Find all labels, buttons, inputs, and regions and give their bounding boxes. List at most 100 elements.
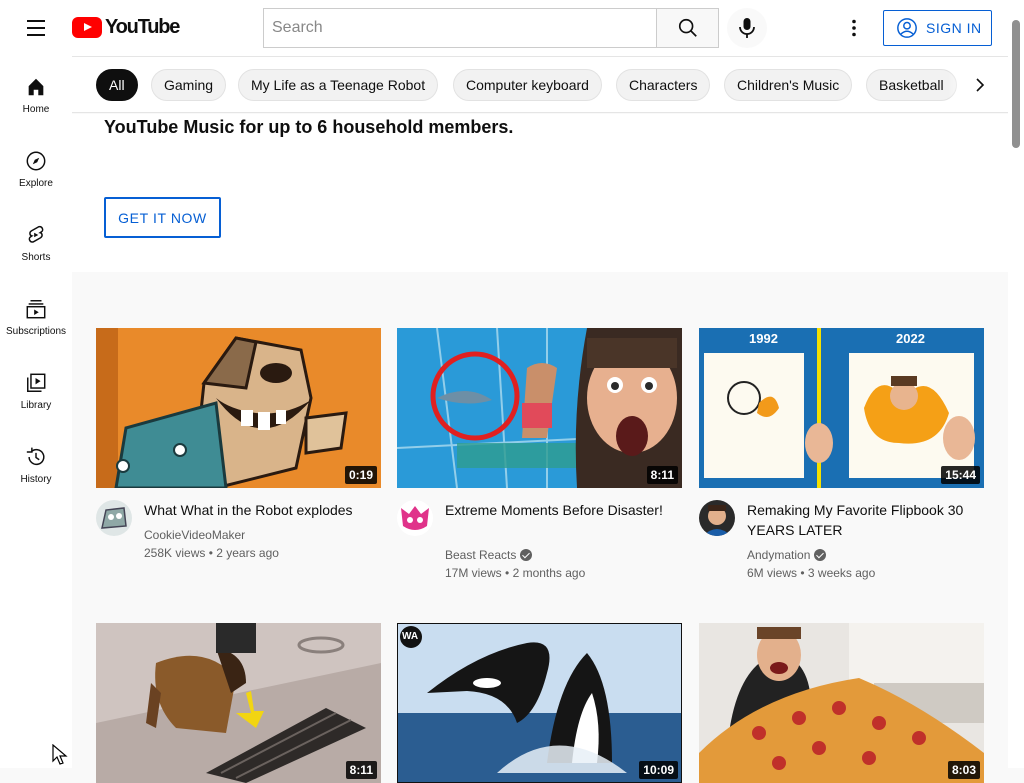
video-thumbnail[interactable]: 8:11 [96, 623, 381, 783]
sidebar-item-subscriptions[interactable]: Subscriptions [0, 278, 72, 352]
flipbook-thumbnail [699, 328, 984, 488]
sidebar-item-label: Explore [19, 178, 53, 189]
robot-cartoon-thumbnail [96, 328, 381, 488]
scrollbar-thumb[interactable] [1012, 20, 1020, 148]
video-thumbnail[interactable]: WA 10:09 [397, 623, 682, 783]
thumbnail-badge: WA [402, 631, 419, 642]
video-stats: 17M views • 2 months ago [445, 566, 586, 580]
logo-text: YouTube [105, 16, 180, 38]
channel-avatar-image [397, 500, 433, 536]
verified-badge-icon [814, 549, 827, 561]
sign-in-label: SIGN IN [926, 20, 982, 36]
video-thumbnail[interactable]: 8:03 [699, 623, 984, 783]
music-promo-banner: YouTube Music for up to 6 household memb… [72, 114, 1008, 272]
search-button[interactable] [656, 8, 719, 48]
home-icon [28, 78, 44, 96]
video-title[interactable]: Remaking My Favorite Flipbook 30 YEARS L… [747, 500, 977, 540]
video-duration: 8:11 [345, 761, 377, 779]
channel-name-text: CookieVideoMaker [144, 528, 246, 542]
hamburger-menu-icon[interactable] [20, 12, 52, 44]
youtube-logo[interactable]: YouTube [72, 16, 180, 39]
channel-name[interactable]: CookieVideoMaker [144, 528, 245, 542]
filter-chips-bar: All Gaming My Life as a Teenage Robot Co… [72, 56, 1008, 113]
video-thumbnail[interactable]: 0:19 [96, 328, 381, 488]
video-card[interactable]: WA 10:09 [397, 623, 682, 783]
video-title[interactable]: What What in the Robot explodes [144, 500, 374, 520]
shorts-icon [28, 225, 44, 243]
chip-basketball[interactable]: Basketball [866, 69, 957, 101]
sidebar-item-explore[interactable]: Explore [0, 130, 72, 204]
video-thumbnail[interactable]: 1992 2022 15:44 [699, 328, 984, 488]
search-icon [678, 18, 697, 37]
channel-avatar[interactable] [699, 500, 735, 536]
sign-in-button[interactable]: SIGN IN [883, 10, 992, 46]
page-scrollbar[interactable] [1008, 0, 1024, 768]
upload-age: 3 weeks ago [807, 566, 876, 580]
video-duration: 10:09 [639, 761, 678, 779]
video-duration: 0:19 [344, 466, 377, 484]
microphone-icon [739, 18, 755, 38]
channel-avatar-image [96, 500, 132, 536]
chip-childrens-music[interactable]: Children's Music [724, 69, 853, 101]
thumbnail-label-year: 1992 [749, 331, 778, 346]
sidebar-item-shorts[interactable]: Shorts [0, 204, 72, 278]
sidebar-item-label: Subscriptions [5, 326, 67, 337]
sidebar-item-home[interactable]: Home [0, 56, 72, 130]
channel-name[interactable]: Beast Reacts [445, 548, 533, 562]
search-input[interactable] [263, 8, 656, 48]
dog-drain-thumbnail [96, 623, 381, 783]
chips-next-button[interactable] [962, 68, 998, 102]
chevron-right-icon [976, 78, 985, 92]
video-meta: What What in the Robot explodes CookieVi… [96, 488, 381, 580]
chip-gaming[interactable]: Gaming [151, 69, 227, 101]
mouse-cursor-icon [52, 744, 68, 765]
shark-cage-thumbnail [397, 328, 682, 488]
sidebar-item-history[interactable]: History [0, 426, 72, 500]
upload-age: 2 years ago [216, 546, 279, 560]
verified-badge-icon [520, 549, 533, 561]
library-icon [27, 373, 46, 392]
video-stats: 258K views • 2 years ago [144, 546, 279, 560]
video-thumbnail[interactable]: 8:11 [397, 328, 682, 488]
chip-all[interactable]: All [96, 69, 138, 101]
giant-pizza-thumbnail [699, 623, 984, 783]
channel-avatar-image [699, 500, 735, 536]
compass-icon [26, 151, 46, 171]
video-duration: 8:11 [646, 466, 678, 484]
more-vert-icon [852, 19, 856, 37]
channel-avatar[interactable] [96, 500, 132, 536]
more-options-button[interactable] [838, 12, 870, 44]
video-card[interactable]: 8:11 [96, 623, 381, 783]
chip-characters[interactable]: Characters [616, 69, 711, 101]
account-icon [897, 18, 917, 38]
video-card[interactable]: 1992 2022 15:44 Remaking My Favorite Fli… [699, 328, 984, 580]
video-card[interactable]: 0:19 What What in the Robot explodes Coo… [96, 328, 381, 580]
view-count: 258K views [144, 546, 206, 560]
view-count: 6M views [747, 566, 798, 580]
video-card[interactable]: 8:03 [699, 623, 984, 783]
search-bar [263, 8, 719, 48]
orca-thumbnail [397, 623, 682, 783]
sidebar-item-label: Home [22, 104, 50, 115]
youtube-play-icon [72, 17, 102, 38]
video-title[interactable]: Extreme Moments Before Disaster! [445, 500, 675, 520]
promo-title: YouTube Music for up to 6 household memb… [104, 117, 514, 137]
channel-name-text: Beast Reacts [445, 548, 517, 562]
sidebar: Home Explore Shorts Subscriptions Librar… [0, 56, 72, 768]
top-header: YouTube SIGN IN [0, 0, 1024, 56]
get-it-now-button[interactable]: GET IT NOW [104, 197, 221, 238]
video-card[interactable]: 8:11 Extreme Moments Before Disaster! Be… [397, 328, 682, 580]
video-duration: 8:03 [947, 761, 980, 779]
chip-computer-keyboard[interactable]: Computer keyboard [453, 69, 602, 101]
video-duration: 15:44 [941, 466, 980, 484]
subscriptions-icon [26, 300, 46, 319]
video-meta: Remaking My Favorite Flipbook 30 YEARS L… [699, 488, 984, 580]
channel-name[interactable]: Andymation [747, 548, 827, 562]
voice-search-button[interactable] [727, 8, 767, 48]
sidebar-item-library[interactable]: Library [0, 352, 72, 426]
history-icon [26, 447, 45, 466]
upload-age: 2 months ago [512, 566, 586, 580]
chip-my-life-as-a-teenage-robot[interactable]: My Life as a Teenage Robot [238, 69, 439, 101]
view-count: 17M views [445, 566, 502, 580]
channel-avatar[interactable] [397, 500, 433, 536]
